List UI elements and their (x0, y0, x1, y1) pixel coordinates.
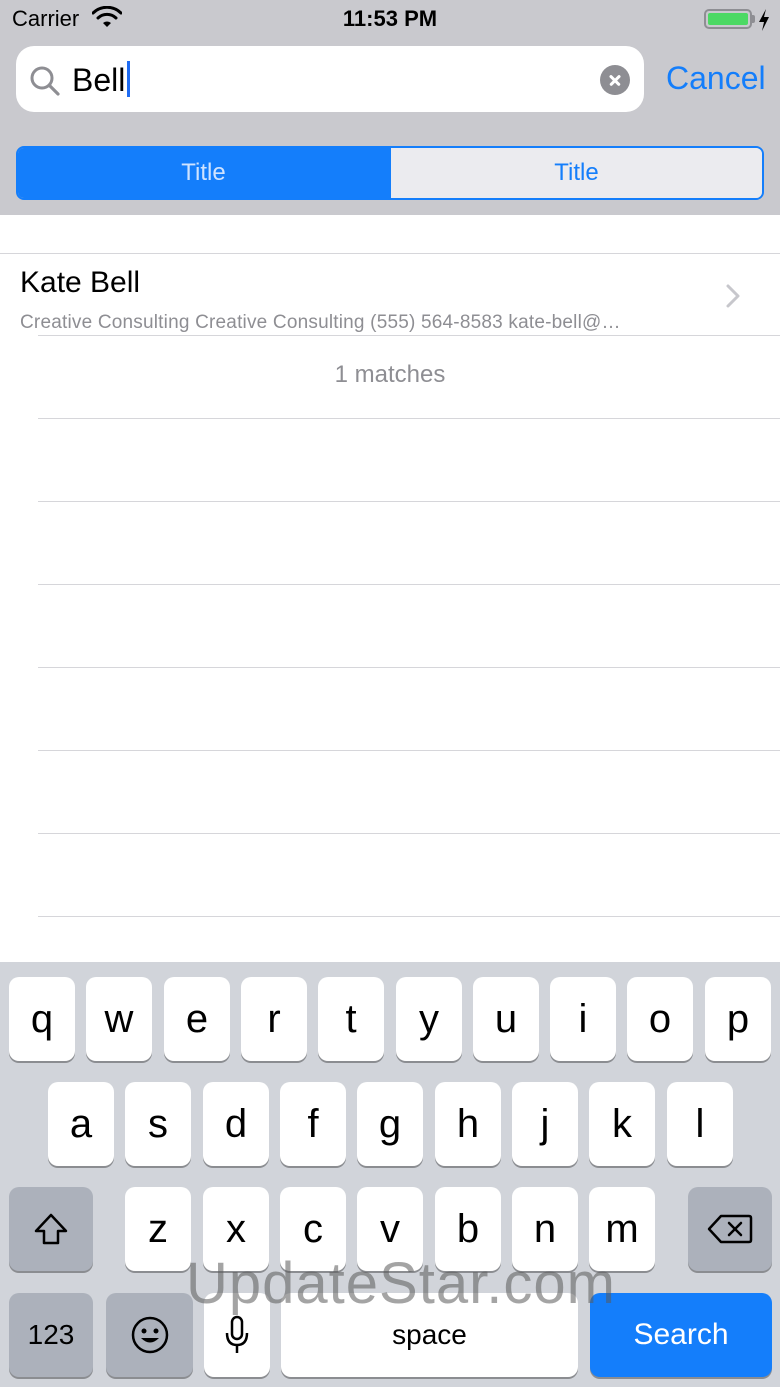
key-e[interactable]: e (164, 977, 230, 1061)
scope-segment-1[interactable]: Title (18, 148, 389, 198)
status-bar: Carrier 11:53 PM (0, 0, 780, 40)
emoji-key[interactable] (106, 1293, 193, 1377)
key-r[interactable]: r (241, 977, 307, 1061)
contact-name: Kate Bell (20, 266, 141, 299)
table-row[interactable]: Kate Bell Creative Consulting Creative C… (0, 254, 780, 335)
delete-icon (707, 1214, 753, 1244)
key-u[interactable]: u (473, 977, 539, 1061)
separator (38, 584, 780, 585)
separator (38, 667, 780, 668)
separator (38, 418, 780, 419)
key-w[interactable]: w (86, 977, 152, 1061)
chevron-right-icon (726, 284, 740, 308)
watermark: UpdateStar.com (186, 1251, 616, 1316)
separator (38, 750, 780, 751)
key-i[interactable]: i (550, 977, 616, 1061)
key-y[interactable]: y (396, 977, 462, 1061)
key-l[interactable]: l (667, 1082, 733, 1166)
clear-icon[interactable] (600, 65, 630, 95)
battery-fill (708, 13, 748, 25)
separator (38, 833, 780, 834)
key-t[interactable]: t (318, 977, 384, 1061)
bolt-icon (759, 9, 769, 31)
numbers-key[interactable]: 123 (9, 1293, 93, 1377)
keyboard: q w e r t y u i o p a s d f g h j k l z … (0, 962, 780, 1387)
shift-icon (34, 1213, 68, 1245)
search-icon (30, 66, 60, 96)
scope-segment-2[interactable]: Title (389, 148, 762, 198)
search-key[interactable]: Search (590, 1293, 772, 1377)
emoji-icon (131, 1316, 168, 1354)
match-count: 1 matches (334, 361, 446, 388)
search-query: Bell (72, 62, 126, 98)
key-q[interactable]: q (9, 977, 75, 1061)
key-p[interactable]: p (705, 977, 771, 1061)
separator (38, 335, 780, 336)
key-j[interactable]: j (512, 1082, 578, 1166)
text-caret (127, 61, 131, 97)
key-k[interactable]: k (589, 1082, 655, 1166)
key-a[interactable]: a (48, 1082, 114, 1166)
key-d[interactable]: d (203, 1082, 269, 1166)
key-o[interactable]: o (627, 977, 693, 1061)
key-s[interactable]: s (125, 1082, 191, 1166)
search-input[interactable]: Bell (16, 46, 644, 112)
shift-key[interactable] (9, 1187, 93, 1271)
battery-icon (704, 9, 752, 29)
microphone-icon (225, 1315, 249, 1353)
cancel-button[interactable]: Cancel (666, 60, 766, 97)
results-list: Kate Bell Creative Consulting Creative C… (0, 215, 780, 962)
clock: 11:53 PM (342, 6, 438, 31)
separator (38, 501, 780, 502)
key-h[interactable]: h (435, 1082, 501, 1166)
key-g[interactable]: g (357, 1082, 423, 1166)
scope-bar: Title Title (16, 146, 764, 200)
delete-key[interactable] (688, 1187, 772, 1271)
key-z[interactable]: z (125, 1187, 191, 1271)
search-value: Bell (72, 60, 131, 100)
search-header: Bell Cancel Title Title (0, 40, 780, 215)
separator (38, 916, 780, 917)
key-f[interactable]: f (280, 1082, 346, 1166)
contact-details: Creative Consulting Creative Consulting … (20, 312, 621, 333)
battery-tip (752, 15, 755, 23)
